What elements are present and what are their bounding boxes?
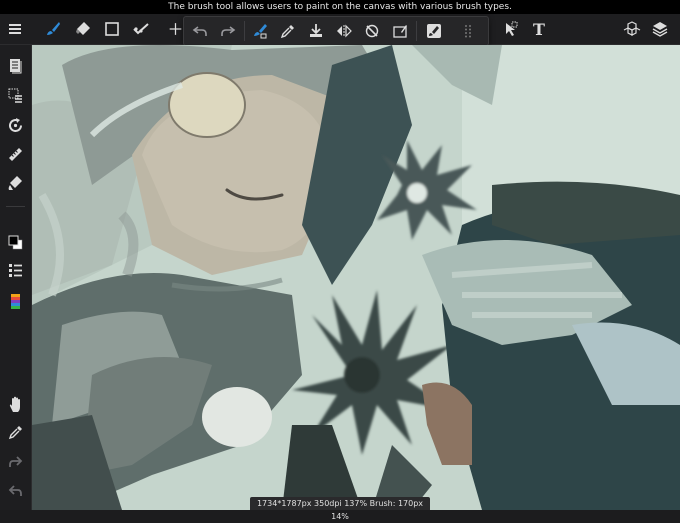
floating-toolbar (183, 16, 489, 46)
transform-icon[interactable] (168, 14, 183, 44)
layers-icon[interactable] (645, 14, 675, 44)
hand-icon[interactable] (0, 391, 31, 417)
selection-list-icon[interactable] (0, 82, 31, 108)
text-icon[interactable]: T (524, 14, 554, 44)
drawing-canvas[interactable] (32, 45, 680, 510)
brush-icon[interactable] (38, 14, 68, 44)
download-fill-icon[interactable] (302, 17, 330, 45)
color-palette-icon[interactable] (0, 288, 31, 314)
color-swatch-icon[interactable] (0, 229, 31, 255)
brush-settings-icon[interactable] (246, 17, 274, 45)
stroke-list-icon[interactable] (0, 257, 31, 283)
rotate-reset-icon[interactable] (0, 112, 31, 138)
canvas-info-readout: 1734*1787px 350dpi 137% Brush: 170px 14% (250, 497, 430, 521)
undo-icon[interactable] (0, 477, 31, 503)
canvas-artwork (32, 45, 680, 510)
flip-horizontal-icon[interactable] (330, 17, 358, 45)
stroke-select-icon[interactable] (126, 14, 156, 44)
rectangle-icon[interactable] (97, 14, 127, 44)
3d-cubes-icon[interactable] (617, 14, 647, 44)
documents-icon[interactable] (0, 52, 31, 78)
tooltip-bar: The brush tool allows users to paint on … (0, 0, 680, 14)
redo-icon[interactable] (214, 17, 242, 45)
selection-arrow-icon[interactable] (496, 14, 526, 44)
left-sidebar (0, 45, 32, 510)
drag-handle-icon[interactable] (454, 17, 482, 45)
fill-bucket-icon[interactable] (0, 169, 31, 195)
undo-icon[interactable] (186, 17, 214, 45)
eyedropper-icon[interactable] (0, 419, 31, 445)
redo-icon[interactable] (0, 448, 31, 474)
brush-editor-icon[interactable] (420, 17, 448, 45)
no-pressure-icon[interactable] (358, 17, 386, 45)
ruler-icon[interactable] (0, 141, 31, 167)
clear-icon[interactable] (386, 17, 414, 45)
eyedropper-icon[interactable] (274, 17, 302, 45)
menu-icon[interactable] (0, 14, 30, 44)
eraser-icon[interactable] (68, 14, 98, 44)
